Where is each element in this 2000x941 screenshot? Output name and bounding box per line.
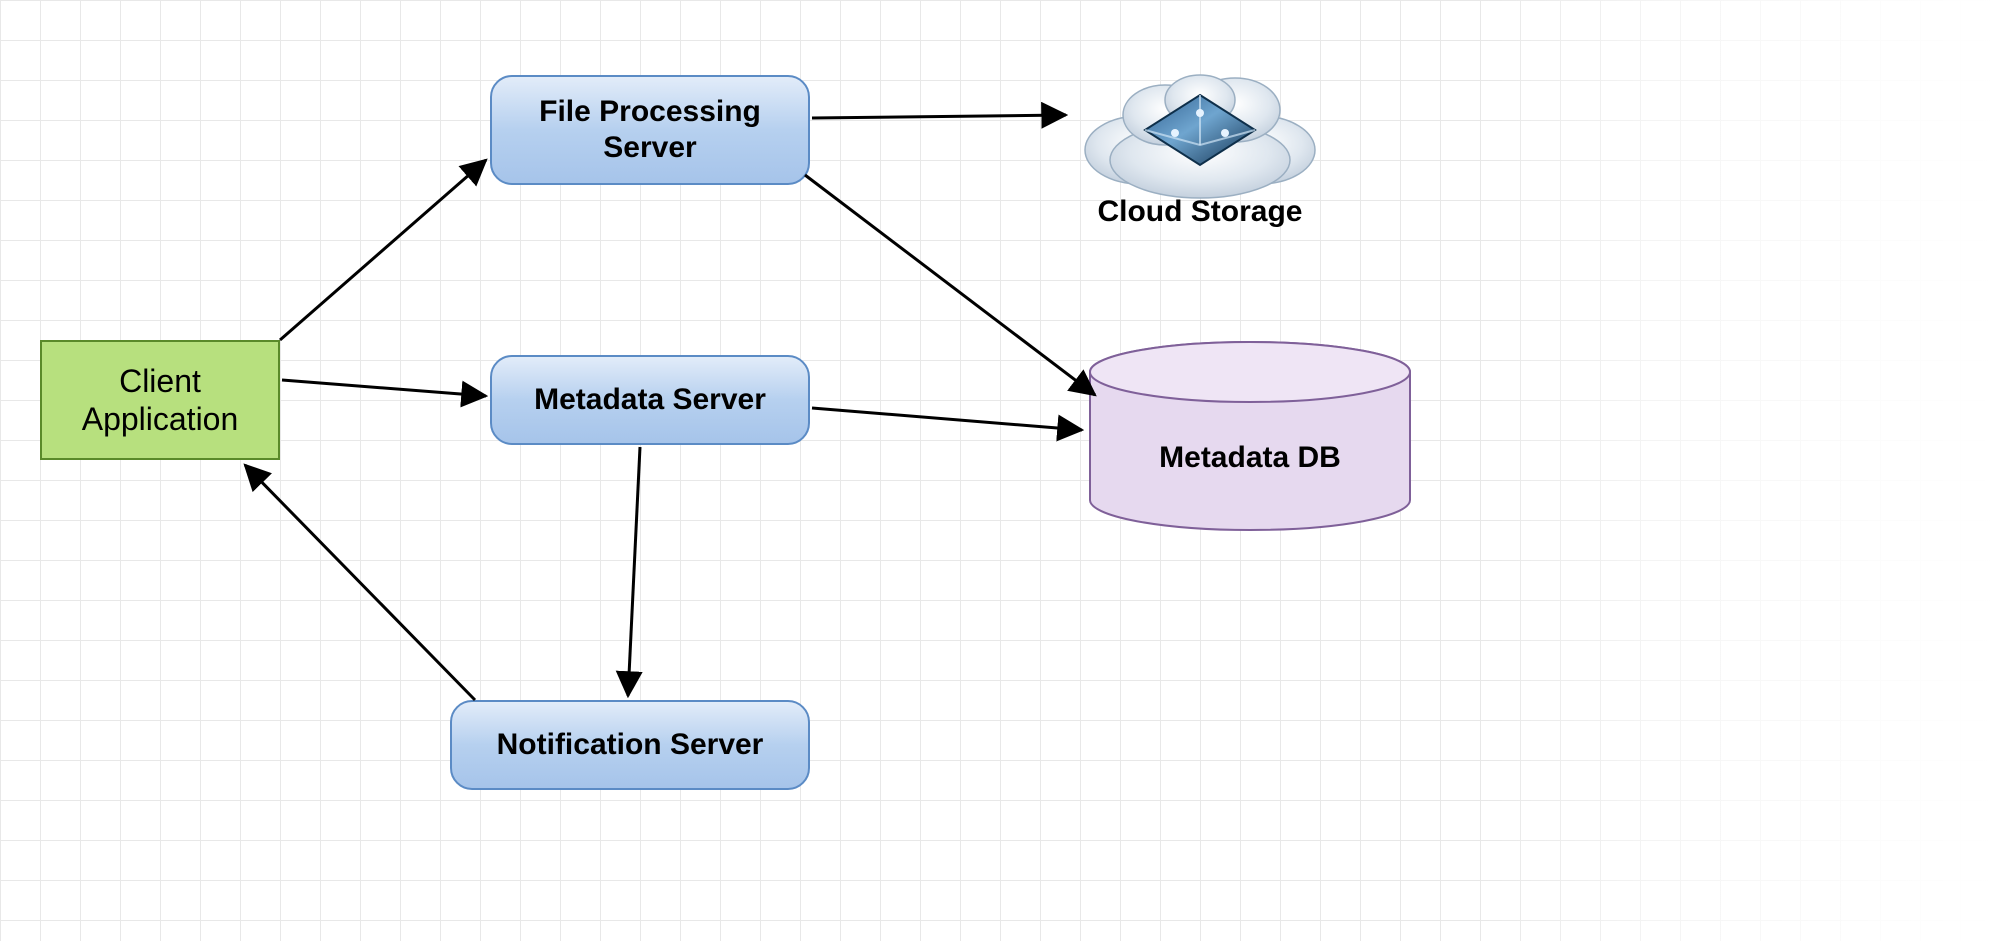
notification-server-label: Notification Server [497, 727, 764, 763]
edge-client-to-metadata-server [282, 380, 486, 396]
metadata-db-label: Metadata DB [1159, 440, 1341, 476]
diagram-canvas: Client Application File Processing Serve… [0, 0, 2000, 941]
node-notification-server: Notification Server [450, 700, 810, 790]
edge-metadata-server-to-metadata-db [812, 408, 1082, 430]
node-client-application: Client Application [40, 340, 280, 460]
client-label-line2: Application [82, 401, 239, 437]
file-processing-label-line1: File Processing [539, 95, 761, 128]
right-fade-overlay [1480, 0, 2000, 941]
metadata-server-label: Metadata Server [534, 382, 766, 418]
node-file-processing-server: File Processing Server [490, 75, 810, 185]
cloud-storage-icon [1070, 55, 1330, 205]
client-label-line1: Client [119, 363, 201, 399]
edge-file-processing-to-cloud-storage [812, 115, 1066, 118]
edges-layer [0, 0, 2000, 941]
file-processing-label-line2: Server [603, 131, 696, 164]
edge-metadata-server-to-notification-server [628, 447, 640, 696]
edge-client-to-file-processing [280, 160, 486, 340]
node-metadata-db: Metadata DB [1085, 340, 1415, 520]
node-metadata-server: Metadata Server [490, 355, 810, 445]
edge-notification-server-to-client [245, 465, 475, 700]
cloud-storage-label: Cloud Storage [1060, 195, 1340, 229]
